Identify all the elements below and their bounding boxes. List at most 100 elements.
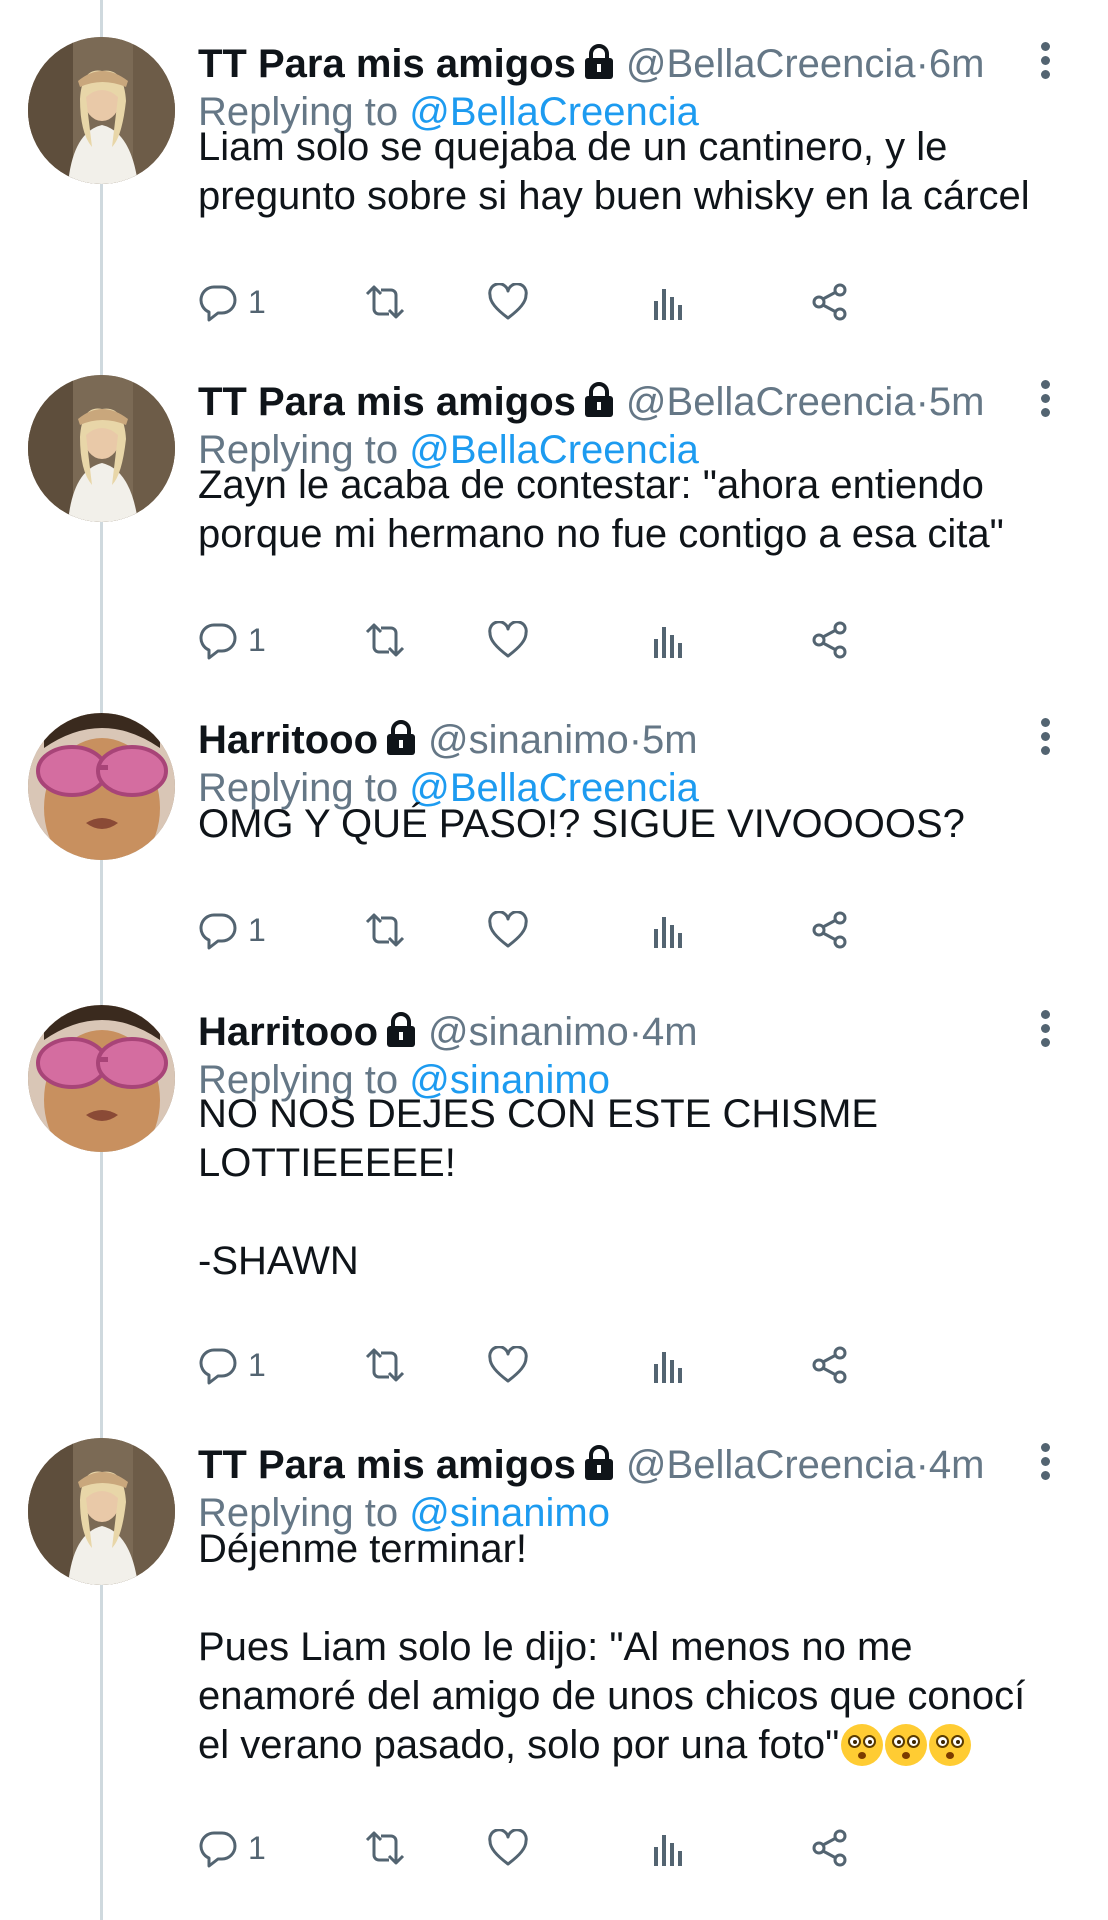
separator-dot: · (915, 380, 929, 424)
share-icon (812, 283, 847, 321)
retweet-icon (365, 1348, 405, 1382)
reply-icon (199, 285, 237, 322)
woman-avatar[interactable] (28, 375, 175, 522)
timestamp[interactable]: 4m (642, 1010, 698, 1054)
display-name[interactable]: TT Para mis amigos (198, 42, 576, 86)
user-handle[interactable]: @BellaCreencia (626, 380, 916, 424)
tweet-text-content: Liam solo se quejaba de un cantinero, y … (198, 125, 1030, 218)
analytics-button[interactable] (653, 1335, 683, 1395)
share-button[interactable] (810, 1335, 850, 1395)
analytics-button[interactable] (653, 272, 683, 332)
reply-button[interactable]: 1 (198, 1335, 266, 1395)
flushed-face-emoji (841, 1724, 884, 1766)
separator-dot: · (628, 1010, 643, 1054)
man-sunglasses-avatar[interactable] (28, 713, 175, 860)
lock-icon (387, 1012, 415, 1047)
retweet-icon (365, 913, 405, 947)
analytics-icon (654, 1835, 682, 1866)
heart-icon (488, 1346, 528, 1383)
woman-avatar[interactable] (28, 1438, 175, 1585)
analytics-icon (654, 917, 682, 948)
user-handle[interactable]: @sinanimo (428, 1010, 629, 1054)
user-handle[interactable]: @sinanimo (428, 718, 629, 762)
heart-icon (488, 911, 528, 948)
more-vertical-icon[interactable] (1038, 718, 1052, 760)
user-handle[interactable]: @BellaCreencia (626, 42, 916, 86)
heart-icon (488, 621, 528, 658)
man-sunglasses-avatar[interactable] (28, 1005, 175, 1152)
retweet-button[interactable] (363, 900, 407, 960)
display-name[interactable]: Harritooo (198, 1010, 378, 1054)
lock-icon (584, 382, 613, 417)
like-button[interactable] (488, 610, 528, 670)
reply-icon (199, 623, 237, 660)
share-button[interactable] (810, 1818, 850, 1878)
tweet-actions: 1 (198, 900, 1058, 960)
tweet-text: NO NOS DEJES CON ESTE CHISME LOTTIEEEEE!… (198, 1090, 1078, 1286)
analytics-button[interactable] (653, 610, 683, 670)
tweet-text: Liam solo se quejaba de un cantinero, y … (198, 123, 1078, 221)
like-button[interactable] (488, 1818, 528, 1878)
timestamp[interactable]: 5m (642, 718, 698, 762)
lock-icon (387, 720, 415, 755)
share-icon (812, 621, 847, 659)
display-name[interactable]: TT Para mis amigos (198, 380, 576, 424)
reply-icon (199, 913, 237, 950)
share-icon (812, 1346, 847, 1384)
retweet-button[interactable] (363, 272, 407, 332)
reply-count: 1 (248, 283, 266, 320)
analytics-button[interactable] (653, 1818, 683, 1878)
reply-count: 1 (248, 1829, 266, 1866)
share-icon (812, 1829, 847, 1867)
reply-button[interactable]: 1 (198, 272, 266, 332)
more-vertical-icon[interactable] (1038, 380, 1052, 422)
like-button[interactable] (488, 272, 528, 332)
reply-count: 1 (248, 621, 266, 658)
tweet-text: Déjenme terminar! Pues Liam solo le dijo… (198, 1525, 1078, 1770)
reply-icon (199, 1831, 237, 1868)
share-button[interactable] (810, 610, 850, 670)
analytics-icon (654, 1352, 682, 1383)
retweet-button[interactable] (363, 1335, 407, 1395)
display-name[interactable]: Harritooo (198, 718, 378, 762)
timestamp[interactable]: 4m (929, 1443, 985, 1487)
retweet-button[interactable] (363, 610, 407, 670)
lock-icon (584, 44, 613, 79)
tweet-actions: 1 (198, 272, 1058, 332)
tweet-actions: 1 (198, 610, 1058, 670)
analytics-icon (654, 289, 682, 320)
like-button[interactable] (488, 900, 528, 960)
lock-icon (584, 1445, 613, 1480)
separator-dot: · (915, 42, 929, 86)
flushed-face-emoji (885, 1724, 928, 1766)
tweet-text: OMG Y QUÉ PASO!? SIGUE VIVOOOOS? (198, 800, 1078, 849)
display-name[interactable]: TT Para mis amigos (198, 1443, 576, 1487)
more-vertical-icon[interactable] (1038, 1443, 1052, 1485)
share-icon (812, 911, 847, 949)
share-button[interactable] (810, 900, 850, 960)
reply-button[interactable]: 1 (198, 610, 266, 670)
analytics-button[interactable] (653, 900, 683, 960)
timestamp[interactable]: 5m (929, 380, 985, 424)
reply-button[interactable]: 1 (198, 900, 266, 960)
timestamp[interactable]: 6m (929, 42, 985, 86)
flushed-face-emoji (839, 1723, 972, 1767)
tweet-actions: 1 (198, 1818, 1058, 1878)
tweet-text-content: NO NOS DEJES CON ESTE CHISME LOTTIEEEEE!… (198, 1092, 879, 1283)
woman-avatar[interactable] (28, 37, 175, 184)
more-vertical-icon[interactable] (1038, 1010, 1052, 1052)
reply-icon (199, 1348, 237, 1385)
analytics-icon (654, 627, 682, 658)
separator-dot: · (628, 718, 643, 762)
retweet-button[interactable] (363, 1818, 407, 1878)
thread-line (100, 0, 103, 1920)
more-vertical-icon[interactable] (1038, 42, 1052, 84)
heart-icon (488, 283, 528, 320)
tweet-actions: 1 (198, 1335, 1058, 1395)
share-button[interactable] (810, 272, 850, 332)
reply-count: 1 (248, 911, 266, 948)
user-handle[interactable]: @BellaCreencia (626, 1443, 916, 1487)
like-button[interactable] (488, 1335, 528, 1395)
flushed-face-emoji (929, 1724, 972, 1766)
reply-button[interactable]: 1 (198, 1818, 266, 1878)
